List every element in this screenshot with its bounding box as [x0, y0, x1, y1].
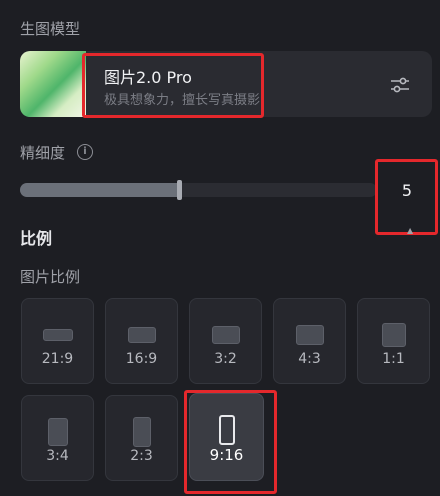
precision-slider-fill — [20, 183, 177, 197]
ratio-shape-icon — [381, 323, 406, 347]
ratio-label: 3:4 — [46, 448, 69, 464]
ratio-option-9-16[interactable]: 9:16 — [189, 393, 264, 481]
ratio-option-4-3[interactable]: 4:3 — [273, 298, 346, 384]
ratio-shape-icon — [42, 329, 73, 341]
model-card[interactable]: 图片2.0 Pro 极具想象力，擅长写真摄影 — [20, 51, 432, 117]
ratio-shape-icon — [47, 418, 68, 446]
ratio-option-3-2[interactable]: 3:2 — [189, 298, 262, 384]
ratio-option-3-4[interactable]: 3:4 — [21, 395, 94, 481]
precision-label: 精细度 — [20, 144, 66, 162]
info-icon[interactable]: i — [77, 144, 93, 160]
ratio-option-21-9[interactable]: 21:9 — [21, 298, 94, 384]
ratio-label: 1:1 — [382, 351, 405, 367]
ratio-option-1-1[interactable]: 1:1 — [357, 298, 430, 384]
caret-icon: ▲ — [407, 226, 414, 235]
ratio-section-title: 比例 — [20, 229, 53, 248]
model-name: 图片2.0 Pro — [104, 68, 192, 87]
ratio-label: 21:9 — [41, 351, 74, 367]
ratio-label: 4:3 — [298, 351, 321, 367]
precision-value[interactable]: 5 — [378, 162, 436, 232]
model-thumbnail — [20, 51, 86, 117]
model-section-title: 生图模型 — [20, 20, 81, 38]
ratio-option-16-9[interactable]: 16:9 — [105, 298, 178, 384]
ratio-shape-icon — [127, 327, 156, 343]
precision-slider-handle[interactable] — [176, 180, 182, 200]
ratio-label: 9:16 — [209, 446, 244, 464]
ratio-subtitle: 图片比例 — [20, 268, 81, 286]
sliders-icon[interactable] — [388, 73, 412, 97]
ratio-shape-icon — [211, 326, 240, 344]
model-description: 极具想象力，擅长写真摄影 — [104, 93, 261, 108]
ratio-shape-icon — [295, 325, 324, 345]
ratio-option-2-3[interactable]: 2:3 — [105, 395, 178, 481]
ratio-label: 2:3 — [130, 448, 153, 464]
ratio-shape-icon — [132, 417, 151, 447]
ratio-label: 3:2 — [214, 351, 237, 367]
ratio-label: 16:9 — [125, 351, 158, 367]
ratio-shape-icon — [218, 415, 235, 445]
